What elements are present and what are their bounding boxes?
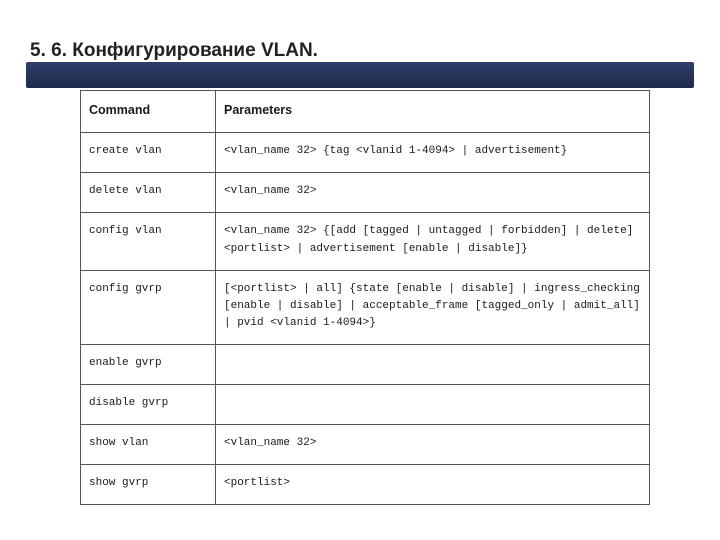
- cell-command: config vlan: [81, 213, 216, 270]
- cell-parameters: <vlan_name 32>: [216, 173, 650, 213]
- table-header-row: Command Parameters: [81, 91, 650, 133]
- section-heading: 5. 6. Конфигурирование VLAN.: [30, 40, 324, 61]
- table-row: delete vlan <vlan_name 32>: [81, 173, 650, 213]
- page: 5. 6. Конфигурирование VLAN. Command Par…: [0, 0, 720, 505]
- cell-parameters: <portlist>: [216, 464, 650, 504]
- cell-command: config gvrp: [81, 270, 216, 344]
- cell-parameters: <vlan_name 32>: [216, 424, 650, 464]
- table-row: enable gvrp: [81, 344, 650, 384]
- table-row: disable gvrp: [81, 384, 650, 424]
- header-parameters: Parameters: [216, 91, 650, 133]
- cell-command: show vlan: [81, 424, 216, 464]
- cell-parameters: [216, 384, 650, 424]
- table-row: show vlan <vlan_name 32>: [81, 424, 650, 464]
- cell-parameters: <vlan_name 32> {tag <vlanid 1-4094> | ad…: [216, 133, 650, 173]
- section-heading-wrap: 5. 6. Конфигурирование VLAN.: [30, 40, 690, 62]
- cell-parameters: [<portlist> | all] {state [enable | disa…: [216, 270, 650, 344]
- cell-command: create vlan: [81, 133, 216, 173]
- cell-command: delete vlan: [81, 173, 216, 213]
- table-row: create vlan <vlan_name 32> {tag <vlanid …: [81, 133, 650, 173]
- command-table-wrap: Command Parameters create vlan <vlan_nam…: [80, 90, 650, 505]
- cell-command: disable gvrp: [81, 384, 216, 424]
- command-table: Command Parameters create vlan <vlan_nam…: [80, 90, 650, 505]
- table-row: config gvrp [<portlist> | all] {state [e…: [81, 270, 650, 344]
- cell-command: enable gvrp: [81, 344, 216, 384]
- header-command: Command: [81, 91, 216, 133]
- cell-parameters: <vlan_name 32> {[add [tagged | untagged …: [216, 213, 650, 270]
- cell-parameters: [216, 344, 650, 384]
- table-row: config vlan <vlan_name 32> {[add [tagged…: [81, 213, 650, 270]
- cell-command: show gvrp: [81, 464, 216, 504]
- table-row: show gvrp <portlist>: [81, 464, 650, 504]
- heading-bar: [26, 62, 694, 88]
